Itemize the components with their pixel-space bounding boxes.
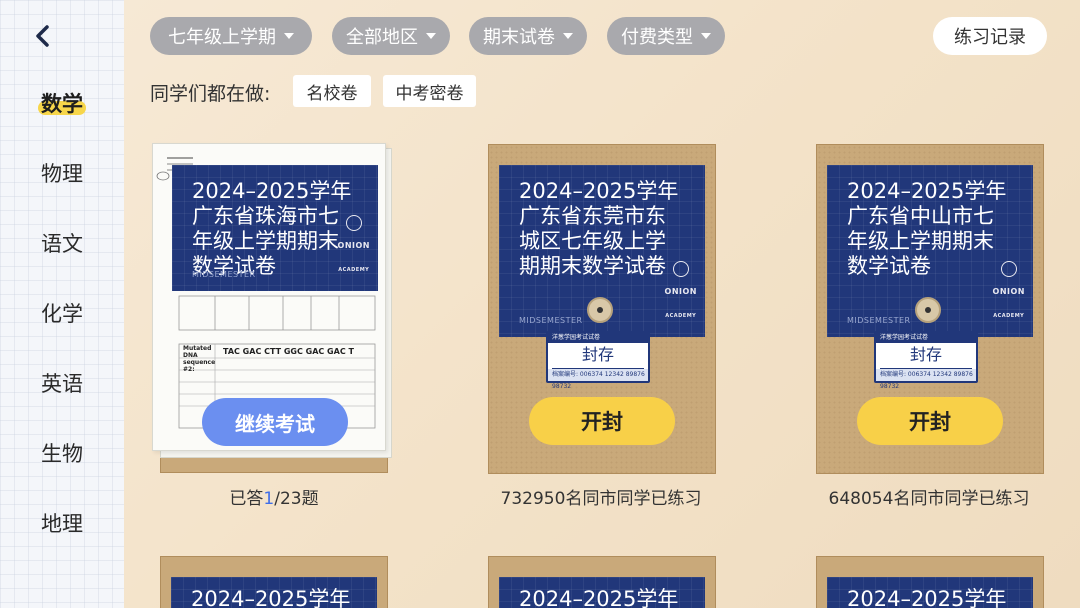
region-filter-dropdown[interactable]: 全部地区 [332,17,450,55]
progress-caption: 已答1/23题 [229,489,319,509]
sidebar-item-chemistry[interactable]: 化学 [0,298,124,328]
seal-label: 洋葱学园考试试卷 封存 档案编号: 006374 12342 89876 987… [874,331,978,390]
exam-card[interactable]: Mutated DNA sequence #2: TAC GAC CTT GGC… [152,143,392,473]
caret-down-icon [426,33,436,39]
practice-record-button[interactable]: 练习记录 [933,17,1047,55]
onion-logo: ONION ACADEMY [993,261,1025,329]
caret-down-icon [563,33,573,39]
exam-cover: 2024–2025学年 广东省珠海市七 年级上学期期末 数学试卷 MIDSEME… [172,165,378,291]
envelope-button [587,297,613,323]
exam-card[interactable]: 2024–2025学年 [488,556,716,608]
practice-count-caption: 648054名同市同学已练习 [828,489,1030,509]
onion-face-icon [672,261,689,277]
exam-card[interactable]: 2024–2025学年 [160,556,388,608]
exam-card[interactable]: 2024–2025学年 广东省东莞市东 城区七年级上学 期期末数学试卷 MIDS… [488,144,716,474]
sidebar-item-biology[interactable]: 生物 [0,438,124,468]
exam-card[interactable]: 2024–2025学年 [816,556,1044,608]
caret-down-icon [284,33,294,39]
onion-face-icon [345,215,362,231]
payment-type-filter-dropdown[interactable]: 付费类型 [607,17,725,55]
exam-cover: 2024–2025学年 [499,577,705,608]
chevron-left-icon [36,25,49,47]
onion-logo: ONION ACADEMY [338,215,370,283]
sidebar-item-geography[interactable]: 地理 [0,508,124,538]
sidebar-item-physics[interactable]: 物理 [0,158,124,188]
envelope-button [915,297,941,323]
sidebar-item-chinese[interactable]: 语文 [0,228,124,258]
onion-face-icon [1000,261,1017,277]
unseal-button[interactable]: 开封 [857,397,1003,445]
onion-logo: ONION ACADEMY [665,261,697,329]
paper-type-filter-dropdown[interactable]: 期末试卷 [469,17,587,55]
sidebar-item-math[interactable]: 数学 [0,88,124,118]
sidebar-item-english[interactable]: 英语 [0,368,124,398]
exam-cover: 2024–2025学年 [827,577,1033,608]
unseal-button[interactable]: 开封 [529,397,675,445]
caret-down-icon [701,33,711,39]
worksheet-dna-seq: TAC GAC CTT GGC GAC GAC T [223,347,354,356]
practice-count-caption: 732950名同市同学已练习 [500,489,702,509]
grade-filter-dropdown[interactable]: 七年级上学期 [150,17,312,55]
exam-cover: 2024–2025学年 [171,577,377,608]
exam-card[interactable]: 2024–2025学年 广东省中山市七 年级上学期期末 数学试卷 MIDSEME… [816,144,1044,474]
popular-label: 同学们都在做: [150,83,271,105]
continue-exam-button[interactable]: 继续考试 [202,398,348,446]
subject-sidebar: 数学 物理 语文 化学 英语 生物 地理 [0,0,124,608]
back-button[interactable] [28,22,56,50]
seal-label: 洋葱学园考试试卷 封存 档案编号: 006374 12342 89876 987… [546,331,650,390]
tag-zhongkao-secret-papers[interactable]: 中考密卷 [383,75,476,107]
tag-famous-school-papers[interactable]: 名校卷 [293,75,371,107]
worksheet-dna-label: Mutated DNA sequence #2: [183,345,216,373]
